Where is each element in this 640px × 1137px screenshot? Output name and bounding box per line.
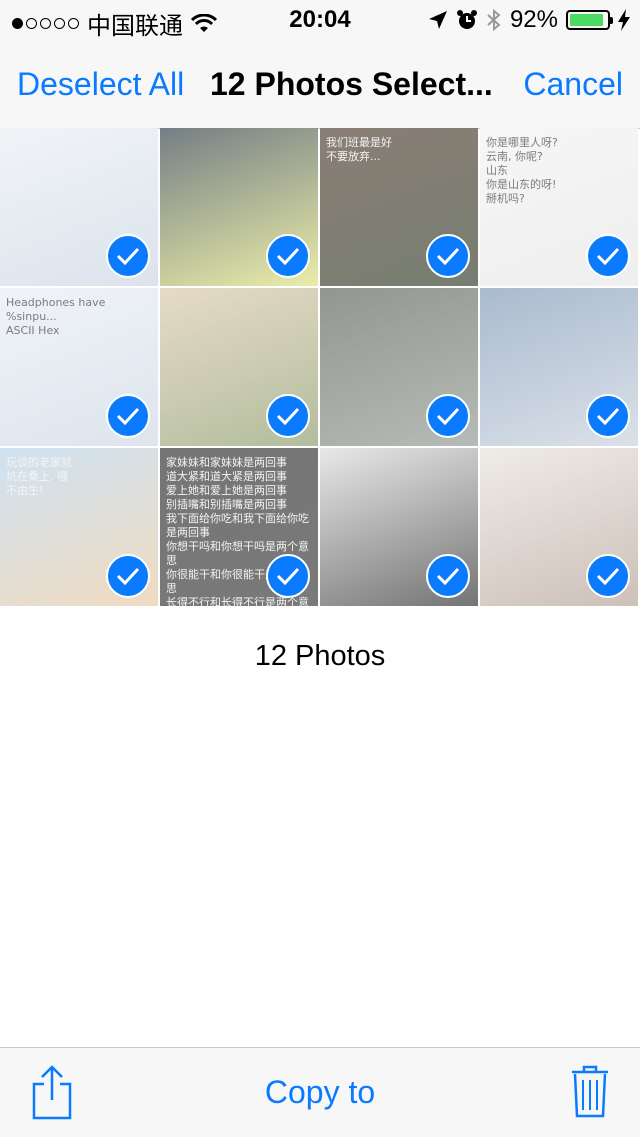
- status-right: 92%: [428, 6, 630, 34]
- checkmark-icon: [426, 394, 470, 438]
- bluetooth-icon: [487, 8, 501, 32]
- copy-to-button[interactable]: Copy to: [265, 1074, 375, 1110]
- photo-thumbnail[interactable]: 家妹妹和家妹妹是两回事 道大紧和道大紧是两回事 爱上她和爱上她是两回事 别插嘴和…: [160, 448, 318, 606]
- checkmark-icon: [106, 234, 150, 278]
- checkmark-icon: [266, 234, 310, 278]
- checkmark-icon: [586, 554, 630, 598]
- battery-fill: [570, 14, 604, 26]
- checkmark-icon: [426, 234, 470, 278]
- cancel-button[interactable]: Cancel: [523, 66, 623, 103]
- deselect-all-button[interactable]: Deselect All: [17, 66, 184, 103]
- checkmark-icon: [586, 234, 630, 278]
- checkmark-icon: [106, 394, 150, 438]
- checkmark-icon: [266, 394, 310, 438]
- photo-thumbnail[interactable]: [160, 128, 318, 286]
- photo-thumbnail[interactable]: [480, 288, 638, 446]
- checkmark-icon: [586, 394, 630, 438]
- nav-title: 12 Photos Select...: [210, 66, 493, 102]
- battery-percent: 92%: [509, 6, 558, 33]
- photo-thumbnail[interactable]: Headphones have %sinpu... ASCII Hex: [0, 288, 158, 446]
- battery-icon: [566, 10, 613, 30]
- photo-thumbnail[interactable]: [320, 288, 478, 446]
- alarm-icon: [456, 10, 477, 29]
- photo-thumbnail[interactable]: [160, 288, 318, 446]
- share-icon[interactable]: [30, 1064, 74, 1120]
- photo-thumbnail[interactable]: [320, 448, 478, 606]
- charging-bolt-icon: [618, 9, 630, 31]
- location-arrow-icon: [428, 11, 447, 29]
- photo-thumbnail[interactable]: [0, 128, 158, 286]
- checkmark-icon: [426, 554, 470, 598]
- photo-thumbnail[interactable]: [480, 448, 638, 606]
- checkmark-icon: [266, 554, 310, 598]
- navigation-bar: Deselect All 12 Photos Select... Cancel: [0, 40, 640, 129]
- status-bar: 中国联通 20:04 92%: [0, 0, 640, 40]
- bottom-toolbar: Copy to: [0, 1047, 640, 1137]
- photo-grid: 我们班最是好 不要放弃... 你是哪里人呀? 云南, 你呢? 山东 你是山东的呀!…: [0, 128, 640, 606]
- photo-count-label: 12 Photos: [254, 640, 386, 672]
- checkmark-icon: [106, 554, 150, 598]
- trash-icon[interactable]: [570, 1064, 610, 1118]
- photo-thumbnail[interactable]: 我们班最是好 不要放弃...: [320, 128, 478, 286]
- photo-thumbnail[interactable]: 玩谈的老家就 坑在桑上. 喂 不由生!: [0, 448, 158, 606]
- photo-thumbnail[interactable]: 你是哪里人呀? 云南, 你呢? 山东 你是山东的呀! 掰机吗?: [480, 128, 638, 286]
